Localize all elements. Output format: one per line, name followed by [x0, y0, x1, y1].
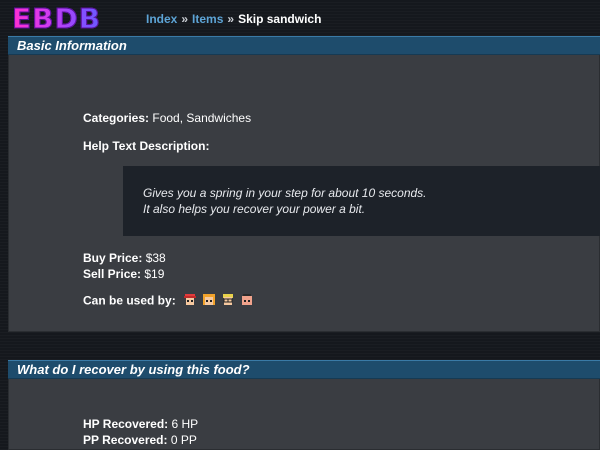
jeff-icon[interactable]	[221, 293, 235, 307]
breadcrumb-current: Skip sandwich	[238, 12, 322, 26]
site-logo[interactable]: EBDB	[11, 2, 101, 35]
hp-recovered-label: HP Recovered:	[83, 417, 169, 431]
pp-recovered-value: 0 PP	[170, 433, 197, 447]
sell-price-label: Sell Price:	[83, 267, 142, 281]
breadcrumb: Index» Items» Skip sandwich	[146, 12, 321, 26]
help-text-line-1: Gives you a spring in your step for abou…	[143, 186, 427, 200]
buy-price-row: Buy Price: $38	[83, 251, 166, 265]
breadcrumb-separator: »	[227, 12, 235, 26]
ness-icon[interactable]	[183, 293, 197, 307]
character-icons	[183, 293, 259, 310]
buy-price-label: Buy Price:	[83, 251, 143, 265]
poo-icon[interactable]	[240, 293, 254, 307]
hp-recovered-row: HP Recovered: 6 HP	[83, 417, 198, 431]
help-text-box: Gives you a spring in your step for abou…	[123, 166, 600, 236]
usable-by-row: Can be used by:	[83, 293, 259, 310]
top-bar: EBDB Index» Items» Skip sandwich	[0, 0, 600, 36]
categories-value: Food, Sandwiches	[152, 111, 252, 125]
categories-label: Categories:	[83, 111, 150, 125]
breadcrumb-items-link[interactable]: Items	[192, 12, 223, 26]
breadcrumb-index-link[interactable]: Index	[146, 12, 177, 26]
sell-price-row: Sell Price: $19	[83, 267, 164, 281]
basic-information-panel: Basic Information Categories: Food, Sand…	[8, 36, 600, 332]
paula-icon[interactable]	[202, 293, 216, 307]
categories-row: Categories: Food, Sandwiches	[83, 111, 251, 125]
panel-title: What do I recover by using this food?	[8, 360, 600, 379]
sell-price-value: $19	[144, 267, 165, 281]
buy-price-value: $38	[145, 251, 166, 265]
pp-recovered-row: PP Recovered: 0 PP	[83, 433, 197, 447]
breadcrumb-separator: »	[181, 12, 189, 26]
help-text-line-2: It also helps you recover your power a b…	[143, 202, 366, 216]
recovery-panel: What do I recover by using this food? HP…	[8, 360, 600, 450]
pp-recovered-label: PP Recovered:	[83, 433, 168, 447]
hp-recovered-value: 6 HP	[171, 417, 199, 431]
panel-title: Basic Information	[8, 36, 600, 55]
help-text-label: Help Text Description:	[83, 139, 210, 153]
usable-by-label: Can be used by:	[83, 293, 176, 308]
